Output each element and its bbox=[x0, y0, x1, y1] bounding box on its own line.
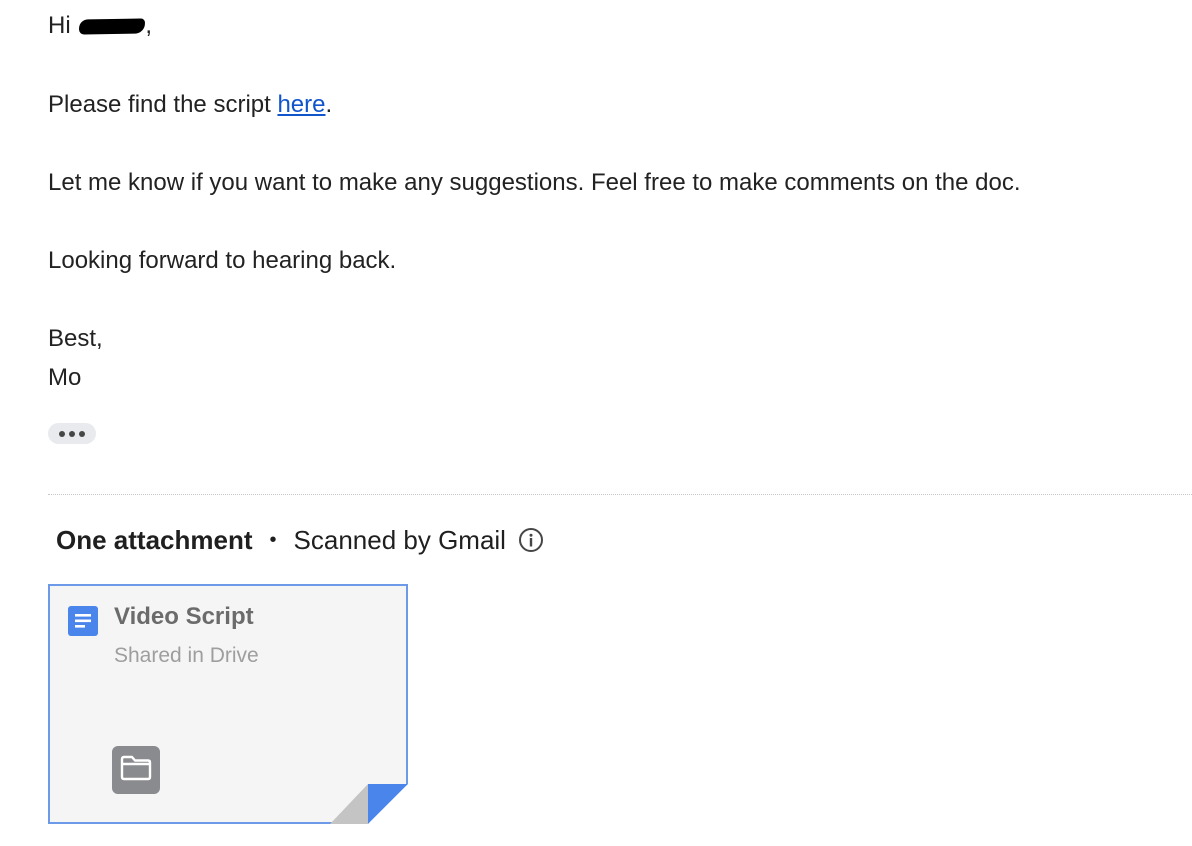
ellipsis-dot bbox=[69, 430, 75, 437]
signature: Mo bbox=[48, 364, 82, 391]
attachments-header: One attachment • Scanned by Gmail bbox=[56, 522, 544, 558]
greeting-text: Hi bbox=[48, 12, 71, 39]
folder-icon bbox=[120, 755, 152, 786]
suggestions-line: Let me know if you want to make any sugg… bbox=[48, 169, 1021, 196]
script-link[interactable]: here bbox=[277, 91, 325, 118]
show-trimmed-content-button[interactable] bbox=[48, 423, 96, 444]
attachments-count: One attachment bbox=[56, 524, 253, 555]
attachment-card[interactable]: Video Script Shared in Drive bbox=[48, 584, 408, 824]
greeting-comma: , bbox=[145, 12, 153, 39]
header-bullet: • bbox=[269, 528, 277, 551]
attachments-divider bbox=[48, 494, 1192, 495]
info-icon[interactable] bbox=[518, 527, 544, 553]
signoff: Best, bbox=[48, 325, 103, 352]
google-docs-icon bbox=[67, 605, 99, 637]
greeting-line: Hi , bbox=[48, 6, 152, 45]
script-line-period: . bbox=[325, 91, 333, 118]
ellipsis-dot bbox=[59, 430, 65, 437]
ellipsis-dot bbox=[79, 430, 85, 437]
script-line-text: Please find the script bbox=[48, 91, 278, 118]
script-line: Please find the script here. bbox=[48, 85, 332, 124]
closing-line: Looking forward to hearing back. bbox=[48, 247, 397, 274]
attachment-name: Video Script bbox=[114, 603, 254, 630]
page-curl-decoration bbox=[330, 784, 408, 824]
open-in-drive-button[interactable] bbox=[112, 746, 160, 794]
attachment-subtitle: Shared in Drive bbox=[114, 644, 259, 667]
scan-status: Scanned by Gmail bbox=[293, 524, 506, 555]
redacted-name bbox=[79, 18, 146, 35]
